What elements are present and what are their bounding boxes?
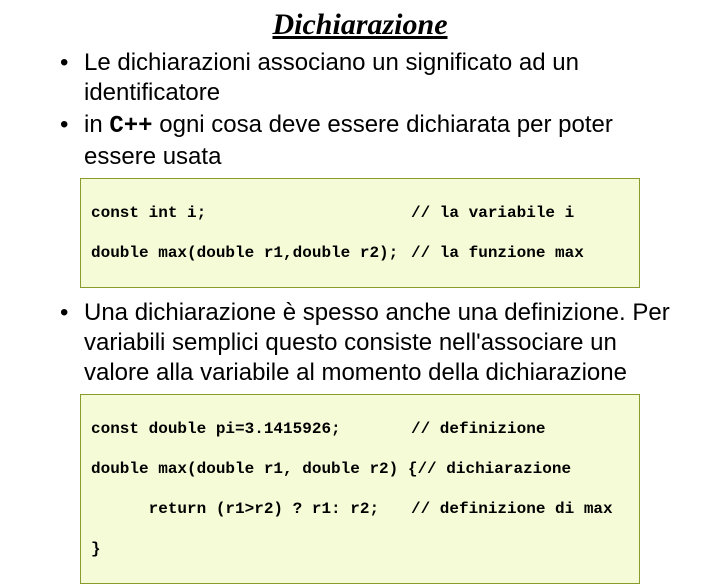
code-block-1: const int i;// la variabile i double max… (80, 178, 640, 288)
slide-title: Dichiarazione (40, 8, 680, 42)
code-line-comment: // dichiarazione (417, 459, 629, 479)
code-line-comment: // definizione di max (411, 499, 629, 519)
bullet-item: in C++ ogni cosa deve essere dichiarata … (60, 110, 680, 172)
code-line-left: const int i; (91, 203, 411, 223)
bullet-text-post: ogni cosa deve essere dichiarata per pot… (84, 111, 613, 170)
bullet-text-pre: in (84, 111, 109, 138)
code-line-comment: // la funzione max (411, 243, 629, 263)
code-line-comment: // definizione (411, 419, 629, 439)
bullet-list: Le dichiarazioni associano un significat… (40, 48, 680, 172)
keyword-cpp: C++ (109, 113, 152, 140)
bullet-item: Le dichiarazioni associano un significat… (60, 48, 680, 108)
code-line-left: double max(double r1, double r2) { (91, 459, 417, 479)
code-line-comment: // la variabile i (411, 203, 629, 223)
code-line-left: return (r1>r2) ? r1: r2; (91, 499, 411, 519)
code-block-2: const double pi=3.1415926;// definizione… (80, 394, 640, 584)
code-line-left: double max(double r1,double r2); (91, 243, 411, 263)
bullet-list: Una dichiarazione è spesso anche una def… (40, 298, 680, 388)
code-line-left: const double pi=3.1415926; (91, 419, 411, 439)
code-line-left: } (91, 539, 411, 559)
code-line-comment (411, 539, 629, 559)
bullet-item: Una dichiarazione è spesso anche una def… (60, 298, 680, 388)
